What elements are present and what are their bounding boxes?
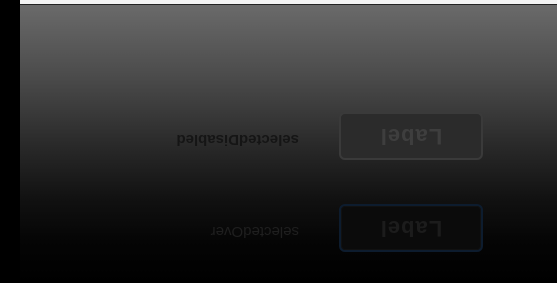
- button-states-panel: Label selectedOver Label selectedDisable…: [20, 5, 557, 283]
- state-row-selected-disabled: Label selectedDisabled: [20, 106, 557, 166]
- state-label-selected-over: selectedOver: [210, 223, 299, 240]
- canvas-stage: Label selectedOver Label selectedDisable…: [0, 0, 557, 283]
- state-label-selected-disabled: selectedDisabled: [176, 131, 299, 148]
- flipped-content: Label selectedOver Label selectedDisable…: [20, 5, 557, 283]
- label-button-selected-over[interactable]: Label: [339, 204, 483, 252]
- state-row-selected-over: Label selectedOver: [20, 198, 557, 258]
- label-button-selected-disabled: Label: [339, 112, 483, 160]
- left-edge-strip: [0, 0, 20, 283]
